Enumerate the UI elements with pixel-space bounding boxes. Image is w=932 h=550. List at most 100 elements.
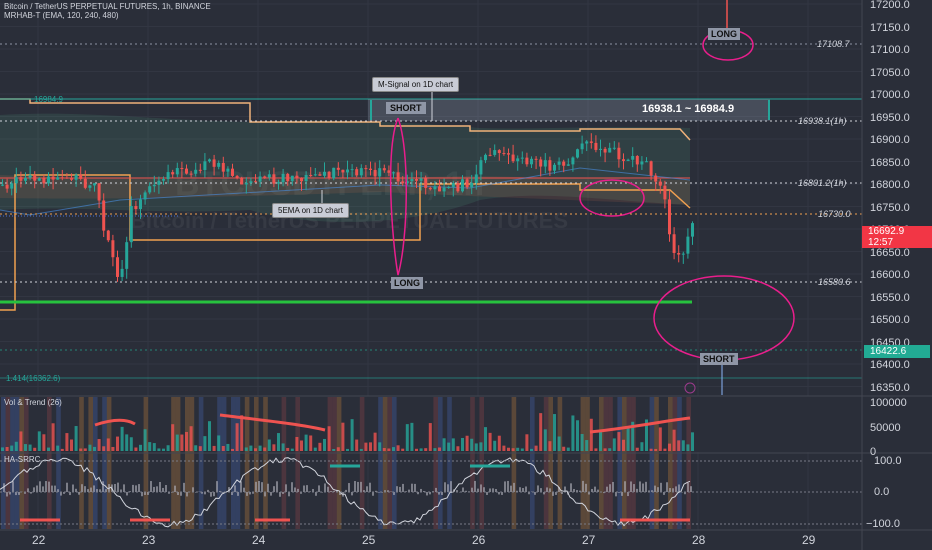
osc-histogram-bar xyxy=(426,492,428,496)
trend-background xyxy=(530,397,535,529)
trend-background xyxy=(617,397,622,529)
volume-bar xyxy=(649,448,653,451)
candle xyxy=(336,167,340,170)
chart-window[interactable]: BTCUSDTPERP, 1h Bitcoin / TetherUS PERPE… xyxy=(0,0,932,550)
candle xyxy=(543,160,547,167)
trend-background xyxy=(93,397,98,529)
osc-histogram-bar xyxy=(84,486,86,492)
osc-histogram-bar xyxy=(306,485,308,492)
osc-histogram-bar xyxy=(654,485,656,492)
volume-bar xyxy=(585,440,589,451)
candle xyxy=(304,175,308,182)
volume-bar xyxy=(277,433,280,451)
candle xyxy=(198,169,202,171)
osc-histogram-bar xyxy=(264,492,266,497)
osc-axis[interactable]: 100.0 0.0 −100.0 xyxy=(862,453,932,530)
trend-background xyxy=(479,397,484,529)
osc-histogram-bar xyxy=(279,492,281,497)
osc-histogram-bar xyxy=(93,485,95,492)
osc-histogram-bar xyxy=(141,492,143,497)
volume-bar xyxy=(612,438,616,451)
volume-bar xyxy=(185,431,188,451)
volume-bar xyxy=(24,444,27,451)
candle xyxy=(626,159,630,161)
candle xyxy=(438,186,441,192)
price-tick-label: 17150.0 xyxy=(870,21,910,34)
osc-histogram-bar xyxy=(210,492,212,497)
osc-histogram-bar xyxy=(153,486,155,492)
trend-background xyxy=(189,397,195,529)
volume-bar xyxy=(263,447,267,451)
osc-histogram-bar xyxy=(318,485,320,492)
short-box-label[interactable]: SHORT xyxy=(386,102,426,114)
volume-bar xyxy=(171,424,175,451)
volume-bar xyxy=(281,443,285,451)
volume-bar xyxy=(424,448,428,451)
candle xyxy=(631,156,635,160)
osc-histogram-bar xyxy=(639,481,641,492)
osc-histogram-bar xyxy=(609,484,611,492)
candle xyxy=(488,154,492,156)
osc-histogram-bar xyxy=(48,481,50,492)
candle xyxy=(461,179,464,192)
candle xyxy=(318,174,322,176)
trend-background xyxy=(557,397,563,529)
volume-bar xyxy=(180,434,184,451)
osc-histogram-bar xyxy=(570,483,572,492)
osc-histogram-bar xyxy=(594,486,596,492)
volume-bar xyxy=(111,446,115,451)
osc-histogram-bar xyxy=(183,482,185,492)
candle xyxy=(447,186,451,188)
trend-background xyxy=(603,397,609,529)
volume-bar xyxy=(378,442,382,451)
chart-canvas[interactable]: BTCUSDTPERP, 1h Bitcoin / TetherUS PERPE… xyxy=(0,0,932,550)
osc-histogram-bar xyxy=(414,483,416,492)
candle xyxy=(474,174,478,183)
candle xyxy=(635,156,639,165)
osc-histogram-bar xyxy=(138,484,140,492)
level-label-16938: 16938.1(1h) xyxy=(798,116,847,126)
long-label-mid[interactable]: LONG xyxy=(391,277,423,289)
level-label-16801: 16801.2(1h) xyxy=(798,178,847,188)
volume-axis[interactable]: 100000 50000 0 xyxy=(862,396,932,458)
ema5-callout[interactable]: 5EMA on 1D chart xyxy=(272,203,349,218)
long-label-top[interactable]: LONG xyxy=(708,28,740,40)
volume-bar xyxy=(323,438,326,451)
volume-bar xyxy=(139,444,142,451)
volume-bar xyxy=(548,441,552,451)
candle xyxy=(143,192,147,200)
volume-bar xyxy=(658,427,662,451)
volume-bar xyxy=(47,447,50,451)
candle xyxy=(594,142,598,150)
osc-histogram-bar xyxy=(348,483,350,492)
volume-bar xyxy=(470,438,474,451)
osc-histogram-bar xyxy=(66,482,68,492)
trend-background xyxy=(254,397,259,529)
osc-histogram-bar xyxy=(6,492,8,497)
msignal-callout[interactable]: M-Signal on 1D chart xyxy=(372,77,460,92)
price-tick-label: 17050.0 xyxy=(870,66,910,79)
trend-background xyxy=(668,397,673,529)
time-tick-label: 29 xyxy=(802,533,816,547)
osc-histogram-bar xyxy=(660,482,662,492)
candle xyxy=(267,174,271,178)
candle xyxy=(263,176,267,178)
time-axis[interactable]: 22 23 24 25 26 27 28 29 xyxy=(0,530,862,550)
volume-bar xyxy=(530,448,533,451)
trend-background xyxy=(392,397,397,529)
candle xyxy=(672,234,676,253)
candle xyxy=(175,168,179,175)
candle xyxy=(419,178,423,181)
volume-bar xyxy=(396,445,400,451)
volume-bar xyxy=(208,421,211,451)
short-label-bottom[interactable]: SHORT xyxy=(700,353,738,365)
osc-histogram-bar xyxy=(675,486,677,492)
volume-bar xyxy=(392,447,395,451)
volume-bar xyxy=(318,442,322,451)
volume-bar xyxy=(33,447,37,451)
candle xyxy=(424,178,428,188)
fib-label: 1.414(16362.6) xyxy=(6,374,61,383)
price-axis[interactable]: 17200.0 17150.0 17100.0 17050.0 17000.0 16950… xyxy=(862,0,932,396)
volume-bar xyxy=(37,431,41,451)
candle xyxy=(74,174,78,180)
